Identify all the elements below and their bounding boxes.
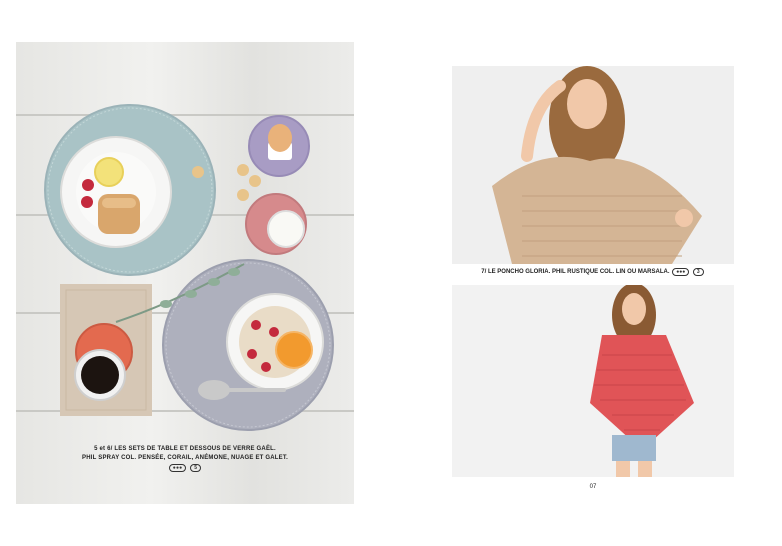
model-red-poncho-illustration [452, 285, 734, 477]
right-caption: 7/ LE PONCHO GLORIA. PHIL RUSTIQUE COL. … [452, 268, 734, 276]
needle-size-badge: 5 [190, 464, 202, 472]
tableware-illustration [44, 104, 334, 431]
left-caption-line1: 5 et 6/ LES SETS DE TABLE ET DESSOUS DE … [94, 446, 276, 452]
difficulty-badge-right: ●●● [672, 268, 690, 276]
needle-size-badge-right: 3 [692, 268, 704, 276]
page-number: 07 [589, 484, 597, 490]
model-beige-poncho-illustration [452, 66, 734, 264]
left-caption-line2: PHIL SPRAY COL. PENSÉE, CORAIL, ANÉMONE,… [82, 455, 288, 461]
poncho-beige-photo [452, 66, 734, 264]
left-caption-tags: ●●● 5 [16, 464, 354, 472]
poncho-red-photo [452, 285, 734, 477]
tableware-photo: 5 et 6/ LES SETS DE TABLE ET DESSOUS DE … [16, 42, 354, 504]
right-caption-text: 7/ LE PONCHO GLORIA. PHIL RUSTIQUE COL. … [481, 269, 670, 275]
difficulty-badge: ●●● [168, 464, 187, 472]
